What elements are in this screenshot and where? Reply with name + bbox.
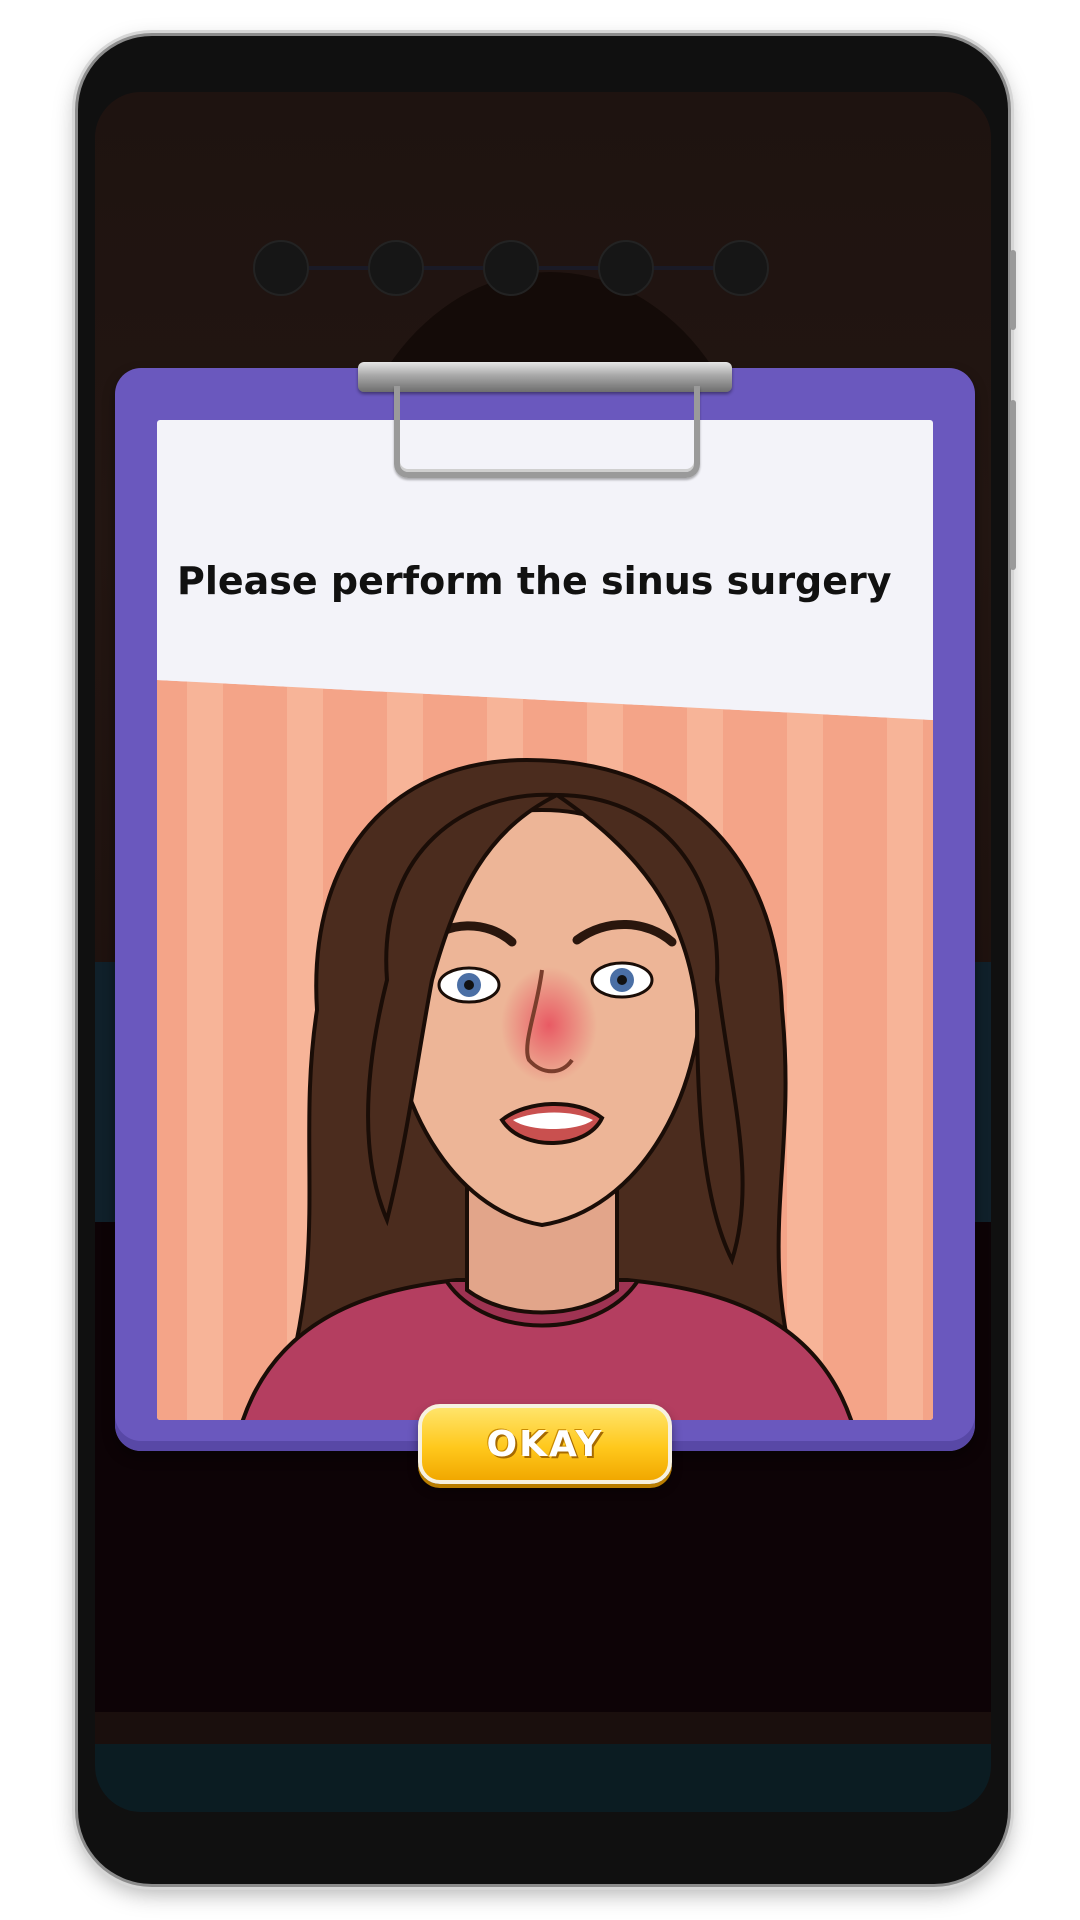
bottom-toolbar	[95, 1744, 991, 1812]
okay-button[interactable]: OKAY	[418, 1404, 672, 1484]
clipboard-paper: Please perform the sinus surgery	[157, 420, 933, 1420]
progress-step	[253, 240, 309, 296]
power-button	[1010, 400, 1016, 570]
level-progress	[253, 240, 773, 296]
instruction-text: Please perform the sinus surgery	[177, 559, 892, 603]
clipboard-clip-loop	[394, 386, 700, 478]
patient-illustration	[157, 680, 933, 1420]
progress-step	[368, 240, 424, 296]
volume-button	[1010, 250, 1016, 330]
progress-step	[713, 240, 769, 296]
progress-step	[483, 240, 539, 296]
okay-button-label: OKAY	[486, 1423, 604, 1465]
progress-step	[598, 240, 654, 296]
